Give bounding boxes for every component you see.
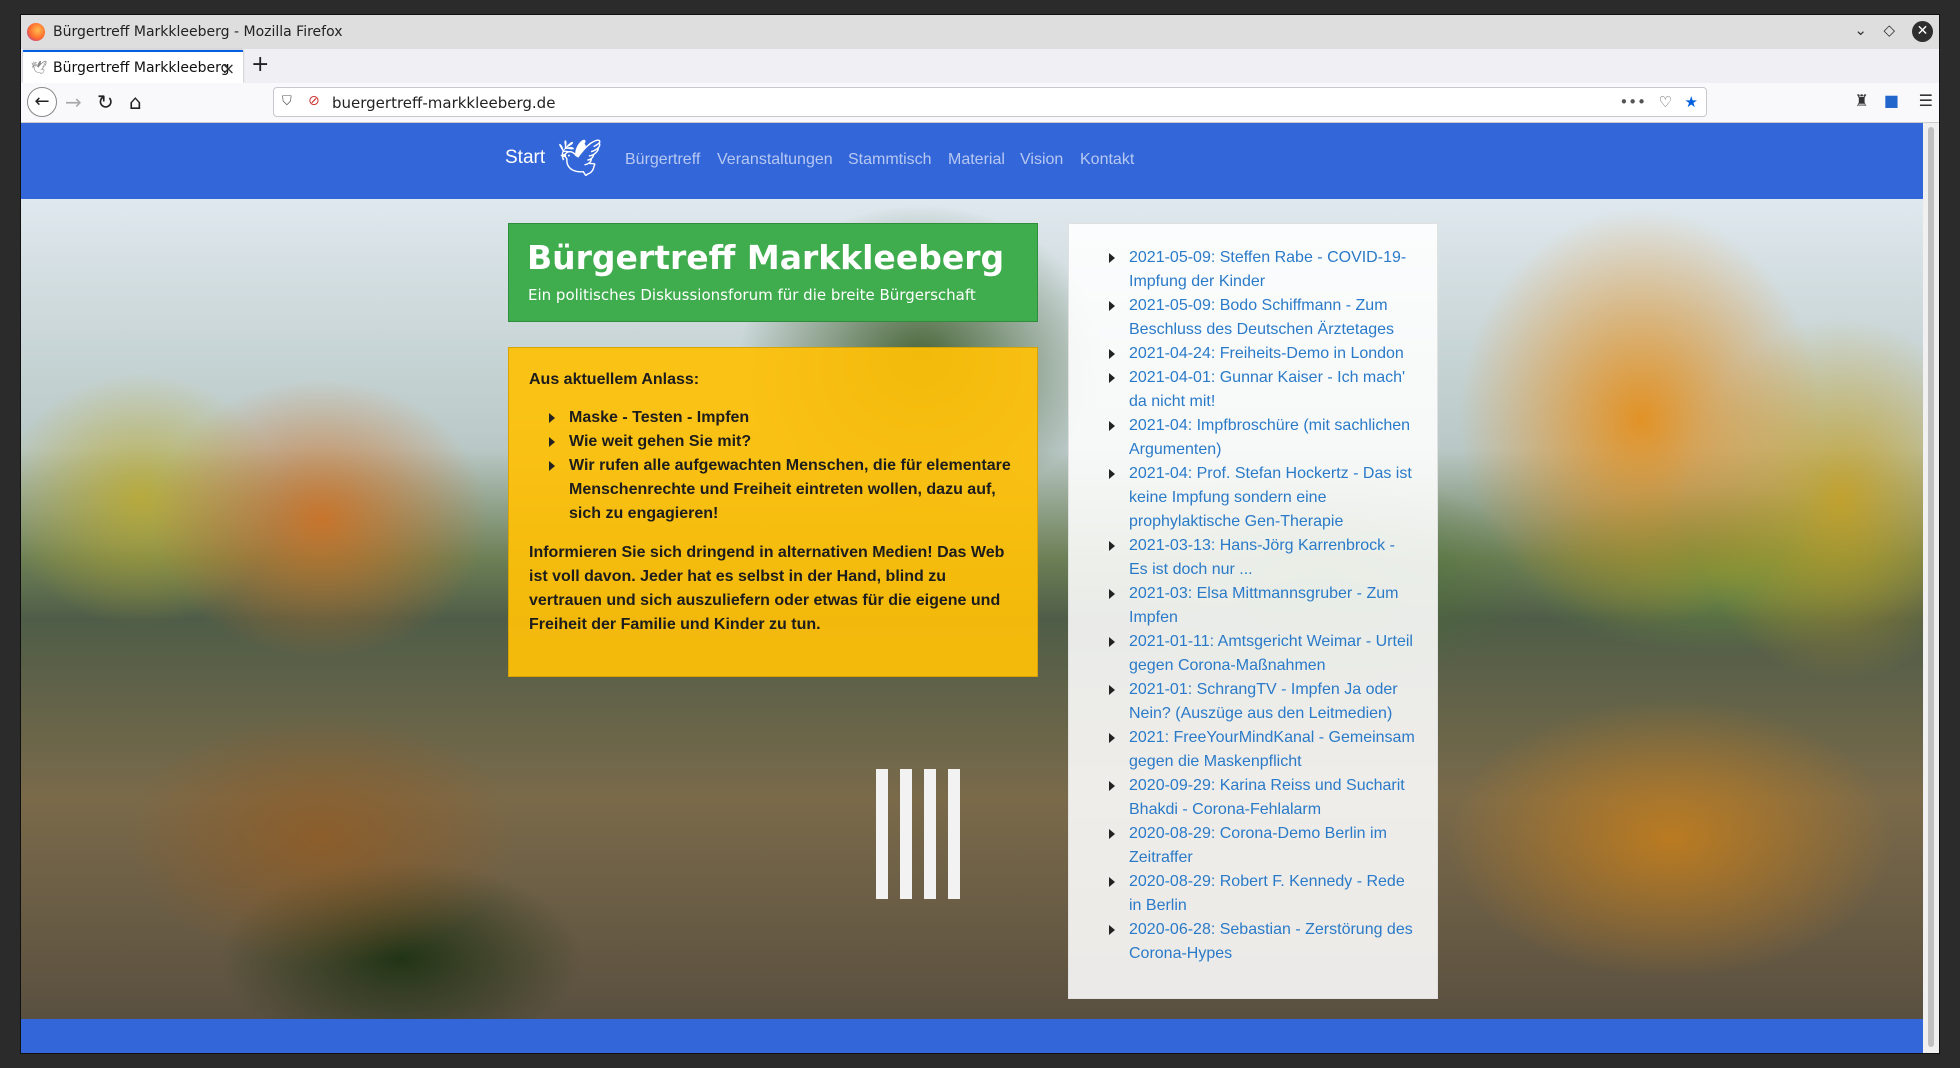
url-text[interactable]: buergertreff-markkleeberg.de [332,94,555,112]
site-subtitle: Ein politisches Diskussionsforum für die… [528,286,976,304]
notice-item: Wie weit gehen Sie mit? [549,430,1017,454]
reload-button[interactable]: ↻ [97,91,114,113]
nav-item-material[interactable]: Material [948,151,1005,169]
news-link[interactable]: 2020-08-29: Robert F. Kennedy - Rede in … [1109,870,1417,918]
news-link[interactable]: 2021-04-24: Freiheits-Demo in London [1109,342,1417,366]
firefox-logo-icon [27,23,45,41]
site-navbar: Start 🕊 Bürgertreff Veranstaltungen Stam… [21,123,1925,199]
news-link[interactable]: 2020-08-29: Corona-Demo Berlin im Zeitra… [1109,822,1417,870]
more-actions-icon[interactable]: ••• [1619,93,1646,111]
bookmark-star-icon[interactable]: ★ [1685,93,1698,111]
forward-button[interactable]: → [65,91,82,113]
pavilion-reflection [876,769,966,899]
notice-box: Aus aktuellem Anlass: Maske - Testen - I… [508,347,1038,677]
menu-icon[interactable]: ☰ [1919,91,1933,110]
nav-item-stammtisch[interactable]: Stammtisch [848,151,932,169]
news-link[interactable]: 2020-09-29: Karina Reiss und Sucharit Bh… [1109,774,1417,822]
news-link[interactable]: 2021-01: SchrangTV - Impfen Ja oder Nein… [1109,678,1417,726]
notice-lead: Aus aktuellem Anlass: [529,371,700,388]
maximize-icon[interactable]: ◇ [1883,21,1895,39]
back-button[interactable]: ← [27,87,57,117]
news-list: 2021-05-09: Steffen Rabe - COVID-19-Impf… [1068,223,1438,999]
news-link[interactable]: 2021-04-01: Gunnar Kaiser - Ich mach' da… [1109,366,1417,414]
dove-logo-icon[interactable]: 🕊 [557,137,603,179]
news-link[interactable]: 2021-03: Elsa Mittmannsgruber - Zum Impf… [1109,582,1417,630]
tab-bar: 🕊 Bürgertreff Markkleeberg × + [21,49,1939,83]
hero-banner: Bürgertreff Markkleeberg Ein politisches… [508,223,1038,322]
page-scrollbar[interactable] [1923,123,1939,1053]
notice-item: Wir rufen alle aufgewachten Menschen, di… [549,454,1017,526]
sync-icon[interactable]: ■ [1884,91,1899,110]
title-bar: Bürgertreff Markkleeberg - Mozilla Firef… [21,15,1939,49]
site-footer [21,1019,1925,1053]
news-link[interactable]: 2021-05-09: Steffen Rabe - COVID-19-Impf… [1109,246,1417,294]
news-link[interactable]: 2020-06-28: Sebastian - Zerstörung des C… [1109,918,1417,966]
close-window-button[interactable]: ✕ [1912,21,1933,42]
news-link[interactable]: 2021-04: Prof. Stefan Hockertz - Das ist… [1109,462,1417,534]
site-title: Bürgertreff Markkleeberg [527,238,1005,277]
notice-list: Maske - Testen - Impfen Wie weit gehen S… [549,406,1017,526]
notice-body: Informieren Sie sich dringend in alterna… [529,544,1005,633]
extension-icon[interactable]: ♜ [1855,91,1869,110]
home-button[interactable]: ⌂ [129,91,142,113]
notice-item: Maske - Testen - Impfen [549,406,1017,430]
tab-title: Bürgertreff Markkleeberg [53,60,230,76]
nav-item-veranstaltungen[interactable]: Veranstaltungen [717,151,833,169]
nav-item-buergertreff[interactable]: Bürgertreff [625,151,700,169]
new-tab-button[interactable]: + [251,52,269,77]
tab-active[interactable]: 🕊 Bürgertreff Markkleeberg × [23,50,243,83]
nav-item-vision[interactable]: Vision [1020,151,1063,169]
insecure-lock-icon[interactable]: ⊘ [308,93,320,109]
dove-favicon-icon: 🕊 [31,61,48,76]
pocket-icon[interactable]: ♡ [1659,93,1672,111]
news-link[interactable]: 2021-01-11: Amtsgericht Weimar - Urteil … [1109,630,1417,678]
close-tab-icon[interactable]: × [222,59,235,78]
shield-icon[interactable]: ⛉ [282,94,292,109]
browser-window: Bürgertreff Markkleeberg - Mozilla Firef… [20,14,1940,1054]
address-bar[interactable]: ⛉ ⊘ buergertreff-markkleeberg.de ••• ♡ ★ [273,87,1707,117]
minimize-icon[interactable]: ⌄ [1854,21,1867,39]
nav-brand-start[interactable]: Start [505,147,545,169]
news-link[interactable]: 2021-03-13: Hans-Jörg Karrenbrock - Es i… [1109,534,1417,582]
news-link[interactable]: 2021-05-09: Bodo Schiffmann - Zum Beschl… [1109,294,1417,342]
navigation-toolbar: ← → ↻ ⌂ ⛉ ⊘ buergertreff-markkleeberg.de… [21,83,1939,123]
news-link[interactable]: 2021-04: Impfbroschüre (mit sachlichen A… [1109,414,1417,462]
scrollbar-thumb[interactable] [1928,127,1934,1047]
page-viewport: Start 🕊 Bürgertreff Veranstaltungen Stam… [21,123,1925,1053]
window-title: Bürgertreff Markkleeberg - Mozilla Firef… [53,24,343,40]
news-link[interactable]: 2021: FreeYourMindKanal - Gemeinsam gege… [1109,726,1417,774]
nav-item-kontakt[interactable]: Kontakt [1080,151,1134,169]
